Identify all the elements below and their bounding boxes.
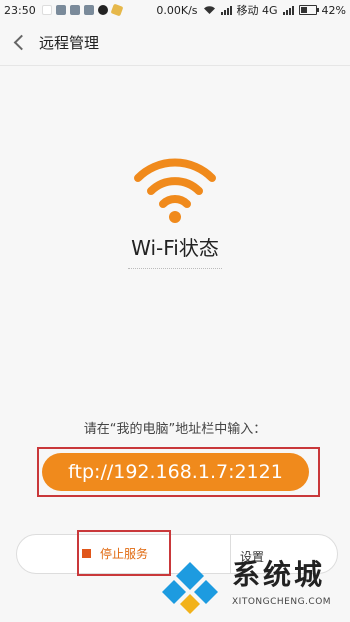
signal-icon <box>220 5 232 15</box>
page-title: 远程管理 <box>39 34 100 52</box>
wifi-icon <box>203 6 215 14</box>
watermark-brand: 系统城 <box>232 558 326 591</box>
gallery-icon <box>55 5 66 15</box>
ssid-placeholder <box>128 268 222 271</box>
carrier-label: 移动 4G <box>236 4 278 17</box>
chevron-left-icon[interactable] <box>13 34 30 51</box>
battery-icon <box>298 5 319 15</box>
app-header: 远程管理 <box>0 20 350 66</box>
battery-percent: 42% <box>321 3 346 17</box>
status-bar: 23:50 0.00K/s 移动 4G 42% <box>0 0 350 20</box>
ftp-address-button[interactable]: ftp://192.168.1.7:2121 <box>42 453 309 491</box>
watermark-logo-icon <box>162 562 218 614</box>
pencil-icon <box>110 3 124 17</box>
stop-icon <box>82 548 91 558</box>
watermark-domain: XITONGCHENG.COM <box>232 597 332 607</box>
address-hint: 请在“我的电脑”地址栏中输入： <box>83 422 267 437</box>
qq-icon <box>97 5 108 15</box>
notification-icons <box>41 3 124 17</box>
notification-icon <box>41 5 52 15</box>
app-icon <box>69 5 80 15</box>
wifi-status-label: Wi-Fi状态 <box>131 236 219 260</box>
wifi-icon-large <box>134 158 216 223</box>
image-icon <box>83 5 94 15</box>
network-speed: 0.00K/s <box>156 3 198 17</box>
stop-service-button[interactable]: 停止服务 <box>82 540 148 566</box>
status-time: 23:50 <box>4 3 36 17</box>
stop-service-label: 停止服务 <box>100 546 149 561</box>
signal-icon-2 <box>282 5 294 15</box>
divider <box>230 534 231 574</box>
